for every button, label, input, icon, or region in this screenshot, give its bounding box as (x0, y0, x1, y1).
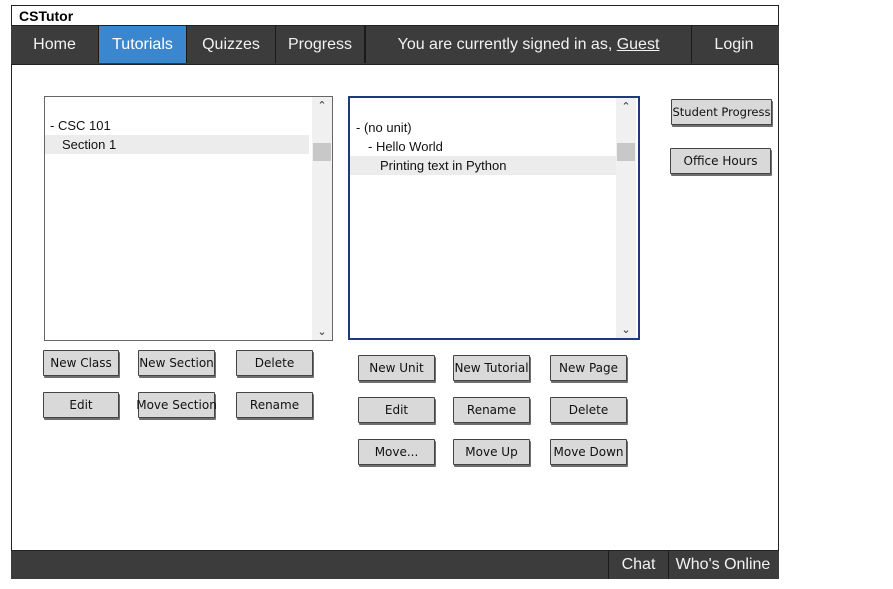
app-title: CSTutor (19, 8, 74, 24)
scroll-thumb[interactable] (617, 143, 635, 161)
move-section-button[interactable]: Move Section (136, 392, 217, 418)
delete-button[interactable]: Delete (550, 397, 627, 423)
scroll-thumb[interactable] (313, 143, 331, 161)
top-navbar: Home Tutorials Quizzes Progress You are … (11, 25, 779, 65)
move-down-button[interactable]: Move Down (550, 439, 627, 465)
tree-item-class[interactable]: - CSC 101 (50, 116, 310, 135)
move-up-button[interactable]: Move Up (453, 439, 530, 465)
office-hours-button[interactable]: Office Hours (670, 148, 771, 174)
edit-button[interactable]: Edit (358, 397, 435, 423)
nav-progress[interactable]: Progress (276, 26, 365, 63)
tree-item-unit[interactable]: - (no unit) (356, 118, 616, 137)
chevron-down-icon[interactable]: ⌄ (616, 323, 636, 336)
tree-item-section[interactable]: Section 1 (45, 135, 309, 154)
nav-home[interactable]: Home (11, 26, 99, 63)
delete-button[interactable]: Delete (236, 350, 313, 376)
new-tutorial-button[interactable]: New Tutorial (453, 355, 530, 381)
chevron-up-icon[interactable]: ⌃ (312, 99, 332, 112)
new-section-button[interactable]: New Section (138, 350, 215, 376)
student-progress-button[interactable]: Student Progress (671, 99, 772, 125)
edit-button[interactable]: Edit (43, 392, 119, 418)
chevron-up-icon[interactable]: ⌃ (616, 100, 636, 113)
tree-scrollbar[interactable]: ⌃ ⌄ (616, 98, 636, 338)
tree-item-page[interactable]: Printing text in Python (350, 156, 616, 175)
chat-link[interactable]: Chat (608, 551, 668, 579)
rename-button[interactable]: Rename (453, 397, 530, 423)
unit-tutorial-tree[interactable]: - (no unit) - Hello World Printing text … (348, 96, 640, 340)
chevron-down-icon[interactable]: ⌄ (312, 325, 332, 338)
new-unit-button[interactable]: New Unit (358, 355, 435, 381)
class-section-tree[interactable]: - CSC 101 Section 1 ⌃ ⌄ (44, 96, 333, 341)
signin-prefix: You are currently signed in as, (397, 36, 617, 53)
footer-bar: Chat Who's Online (11, 550, 779, 579)
rename-button[interactable]: Rename (236, 392, 313, 418)
new-page-button[interactable]: New Page (550, 355, 627, 381)
signin-status: You are currently signed in as, Guest (365, 26, 692, 63)
whos-online-link[interactable]: Who's Online (668, 551, 777, 579)
signin-user-link[interactable]: Guest (617, 36, 660, 53)
new-class-button[interactable]: New Class (43, 350, 119, 376)
login-link[interactable]: Login (692, 26, 776, 63)
tree-item-tutorial[interactable]: - Hello World (368, 137, 618, 156)
nav-quizzes[interactable]: Quizzes (187, 26, 276, 63)
tree-scrollbar[interactable]: ⌃ ⌄ (312, 97, 332, 340)
nav-tutorials[interactable]: Tutorials (99, 26, 187, 63)
move-button[interactable]: Move... (358, 439, 435, 465)
